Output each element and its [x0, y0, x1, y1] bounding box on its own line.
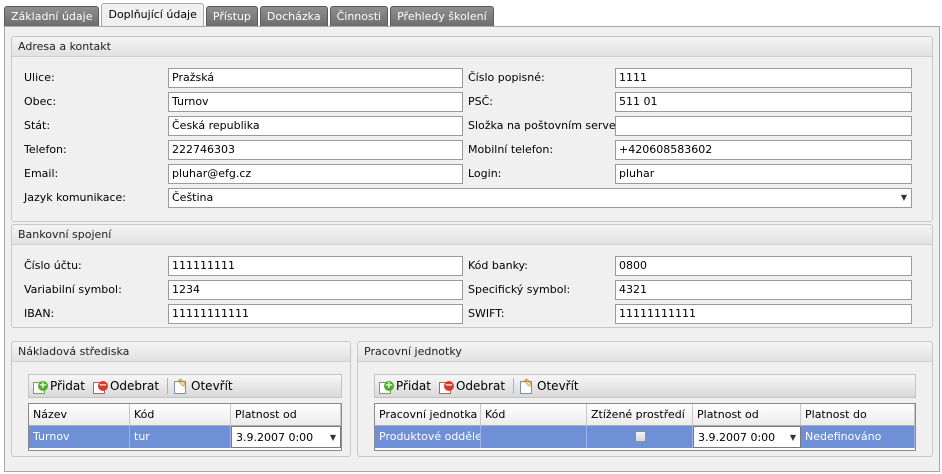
address-group: Adresa a kontakt Ulice: Pražská Číslo po…	[11, 36, 933, 222]
language-select[interactable]: Čeština ▼	[168, 188, 912, 208]
cost-centers-title: Nákladová střediska	[12, 342, 350, 362]
grid-header: Název Kód Platnost od	[29, 404, 341, 426]
language-value: Čeština	[172, 191, 214, 204]
bank-code-field[interactable]: 0800	[615, 256, 912, 276]
table-cell[interactable]: Nedefinováno	[801, 426, 915, 448]
table-cell[interactable]: Produktové oddělení	[375, 426, 481, 448]
account-label: Číslo účtu:	[24, 259, 82, 272]
tab-basic[interactable]: Základní údaje	[4, 6, 100, 26]
grid-header: Pracovní jednotka Kód Ztížené prostředí …	[375, 404, 915, 426]
phone-label: Telefon:	[24, 143, 67, 156]
remove-icon	[92, 379, 108, 394]
number-field[interactable]: 1111	[615, 68, 912, 88]
column-header[interactable]: Ztížené prostředí	[587, 404, 693, 426]
variable-symbol-field[interactable]: 1234	[168, 280, 463, 300]
address-group-title: Adresa a kontakt	[12, 37, 932, 57]
city-field[interactable]: Turnov	[168, 92, 463, 112]
table-cell[interactable]: tur	[130, 426, 231, 448]
toolbar-separator	[167, 378, 169, 394]
specific-symbol-label: Specifický symbol:	[468, 283, 571, 296]
table-row[interactable]: Produktové oddělení 3.9.2007 0:00 ▼ Nede…	[375, 426, 915, 448]
edit-icon	[520, 377, 534, 394]
cost-centers-group: Nákladová střediska Přidat Odebrat Otevř…	[11, 341, 351, 457]
login-label: Login:	[468, 167, 502, 180]
tab-attendance[interactable]: Docházka	[259, 6, 328, 26]
table-cell: 3.9.2007 0:00	[698, 431, 776, 444]
bank-group: Bankovní spojení Číslo účtu: 111111111 K…	[11, 224, 933, 328]
swift-field[interactable]: 11111111111	[615, 304, 912, 324]
cost-centers-grid: Název Kód Platnost od Turnov tur 3.9.200…	[28, 403, 342, 451]
table-cell[interactable]: Turnov	[29, 426, 130, 448]
cost-centers-remove-button[interactable]: Odebrat	[92, 379, 159, 394]
work-units-title: Pracovní jednotky	[358, 342, 932, 362]
table-cell: 3.9.2007 0:00	[236, 431, 314, 444]
email-field[interactable]: pluhar@efg.cz	[168, 164, 463, 184]
mobile-field[interactable]: +420608583602	[615, 140, 912, 160]
add-icon	[33, 379, 48, 394]
email-label: Email:	[24, 167, 59, 180]
harsh-environment-checkbox[interactable]	[634, 431, 646, 442]
chevron-down-icon[interactable]: ▼	[330, 427, 336, 447]
add-icon	[379, 379, 394, 394]
column-header[interactable]: Platnost od	[231, 404, 341, 426]
tab-strip: Základní údaje Doplňující údaje Přístup …	[4, 3, 496, 26]
toolbar-separator	[513, 378, 515, 394]
edit-icon	[174, 377, 188, 394]
city-label: Obec:	[24, 95, 57, 108]
tab-additional[interactable]: Doplňující údaje	[101, 3, 204, 26]
bank-code-label: Kód banky:	[468, 259, 528, 272]
cost-centers-add-button[interactable]: Přidat	[33, 379, 85, 394]
street-label: Ulice:	[24, 71, 55, 84]
account-field[interactable]: 111111111	[168, 256, 463, 276]
chevron-down-icon[interactable]: ▼	[901, 189, 907, 207]
work-units-grid: Pracovní jednotka Kód Ztížené prostředí …	[374, 403, 916, 451]
iban-field[interactable]: 11111111111	[168, 304, 463, 324]
cost-centers-toolbar: Přidat Odebrat Otevřít	[28, 374, 342, 398]
iban-label: IBAN:	[24, 307, 55, 320]
specific-symbol-field[interactable]: 4321	[615, 280, 912, 300]
bank-group-title: Bankovní spojení	[12, 225, 932, 245]
tab-page: Adresa a kontakt Ulice: Pražská Číslo po…	[4, 26, 940, 472]
column-header[interactable]: Kód	[130, 404, 231, 426]
zip-label: PSČ:	[468, 95, 494, 108]
work-units-open-button[interactable]: Otevřít	[520, 377, 579, 394]
zip-field[interactable]: 511 01	[615, 92, 912, 112]
mobile-label: Mobilní telefon:	[468, 143, 554, 156]
country-field[interactable]: Česká republika	[168, 116, 463, 136]
valid-from-editor[interactable]: 3.9.2007 0:00 ▼	[231, 426, 341, 448]
work-units-group: Pracovní jednotky Přidat Odebrat Otevřít…	[357, 341, 933, 457]
remove-icon	[438, 379, 454, 394]
street-field[interactable]: Pražská	[168, 68, 463, 88]
country-label: Stát:	[24, 119, 51, 132]
chevron-down-icon[interactable]: ▼	[790, 427, 796, 447]
work-units-add-button[interactable]: Přidat	[379, 379, 431, 394]
login-field[interactable]: pluhar	[615, 164, 912, 184]
column-header[interactable]: Platnost od	[693, 404, 801, 426]
work-units-toolbar: Přidat Odebrat Otevřít	[374, 374, 916, 398]
column-header[interactable]: Platnost do	[801, 404, 915, 426]
tab-access[interactable]: Přístup	[205, 6, 258, 26]
swift-label: SWIFT:	[468, 307, 505, 320]
harsh-environment-cell[interactable]	[587, 426, 693, 448]
variable-symbol-label: Variabilní symbol:	[24, 283, 122, 296]
valid-from-editor[interactable]: 3.9.2007 0:00 ▼	[693, 426, 801, 448]
tab-training-overview[interactable]: Přehledy školení	[390, 6, 494, 26]
number-label: Číslo popisné:	[468, 71, 545, 84]
column-header[interactable]: Pracovní jednotka	[375, 404, 481, 426]
language-label: Jazyk komunikace:	[24, 191, 126, 204]
cost-centers-open-button[interactable]: Otevřít	[174, 377, 233, 394]
mail-folder-field[interactable]	[615, 116, 912, 136]
column-header[interactable]: Název	[29, 404, 130, 426]
column-header[interactable]: Kód	[481, 404, 587, 426]
table-cell[interactable]	[481, 426, 587, 448]
work-units-remove-button[interactable]: Odebrat	[438, 379, 505, 394]
table-row[interactable]: Turnov tur 3.9.2007 0:00 ▼	[29, 426, 341, 448]
mail-folder-label: Složka na poštovním serveru:	[468, 119, 631, 132]
phone-field[interactable]: 222746303	[168, 140, 463, 160]
tab-activities[interactable]: Činnosti	[329, 6, 389, 26]
